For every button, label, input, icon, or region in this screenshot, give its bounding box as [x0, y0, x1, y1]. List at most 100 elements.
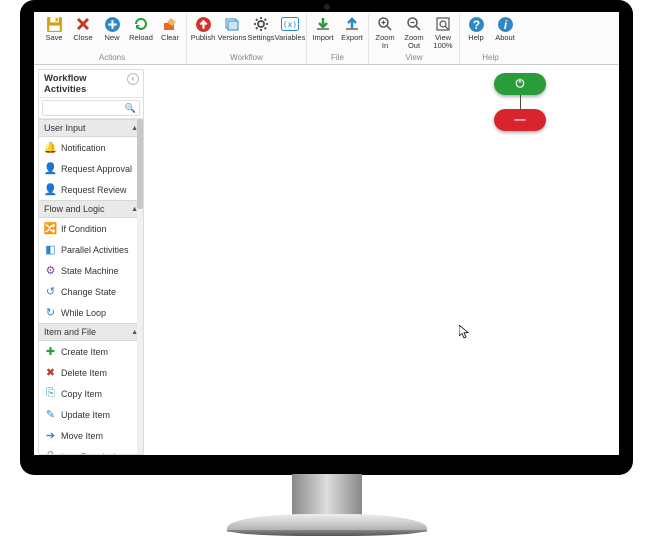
sidebar-title: Workflow Activities	[44, 73, 138, 95]
activity-item[interactable]: 👤Request Review	[39, 179, 143, 200]
group-title: View	[371, 52, 457, 64]
reload-button[interactable]: Reload	[127, 14, 155, 52]
minus-icon: —	[515, 114, 526, 126]
activity-item[interactable]: ↻ While Loop	[39, 302, 143, 323]
end-node[interactable]: —	[494, 109, 546, 131]
svg-text:?: ?	[472, 18, 479, 31]
activity-item[interactable]: ✎ Update Item	[39, 404, 143, 425]
activity-item[interactable]: ↺Change State	[39, 281, 143, 302]
arrow-down-icon	[314, 15, 332, 33]
settings-button[interactable]: Settings	[247, 14, 275, 52]
clear-icon	[161, 15, 179, 33]
ribbon-group-help: ?HelpiAboutHelp	[460, 14, 521, 64]
activity-item[interactable]: 👤Request Approval	[39, 158, 143, 179]
group-title: Actions	[40, 52, 184, 64]
activity-label: Request Approval	[61, 164, 132, 174]
start-node[interactable]: ⏻	[494, 73, 546, 95]
activity-label: Item Permissions	[61, 452, 130, 455]
scrollbar-thumb[interactable]	[137, 119, 143, 209]
activity-label: While Loop	[61, 308, 106, 318]
ribbon-group-view: Zoom In Zoom Out View 100% View	[369, 14, 460, 64]
activity-item[interactable]: ➔Move Item	[39, 425, 143, 446]
versions-button-label: Versions	[218, 34, 247, 42]
activity-label: Request Review	[61, 185, 127, 195]
activity-label: Delete Item	[61, 368, 107, 378]
help-button-label: Help	[468, 34, 483, 42]
export-button-label: Export	[341, 34, 363, 42]
brackets-icon: (x)	[281, 15, 299, 33]
fit-icon	[434, 15, 452, 33]
view-100-button[interactable]: View 100%	[429, 14, 457, 52]
settings-button-label: Settings	[247, 34, 274, 42]
activity-item[interactable]: 🔀If Condition	[39, 218, 143, 239]
activity-icon: ⚙	[44, 264, 57, 277]
activity-item[interactable]: ✚Create Item	[39, 341, 143, 362]
import-button[interactable]: Import	[309, 14, 337, 52]
upload-circle-icon	[194, 15, 212, 33]
workflow-canvas[interactable]: ⏻ —	[144, 65, 619, 455]
help-icon: ?	[467, 15, 485, 33]
activity-label: Parallel Activities	[61, 245, 129, 255]
activity-label: Move Item	[61, 431, 103, 441]
power-icon: ⏻	[516, 78, 525, 91]
zoom-out-button[interactable]: Zoom Out	[400, 14, 428, 52]
x-icon	[74, 15, 92, 33]
group-title: File	[309, 52, 366, 64]
variables-button[interactable]: (x) Variables	[276, 14, 304, 52]
ribbon-group-actions: Save Close NewReload Clear Actions	[38, 14, 187, 64]
activity-item[interactable]: ⎘Copy Item	[39, 383, 143, 404]
activity-icon: ✎	[44, 408, 57, 421]
activity-label: Update Item	[61, 410, 110, 420]
activity-item[interactable]: 🔒Item Permissions	[39, 446, 143, 454]
new-button[interactable]: New	[98, 14, 126, 52]
activity-item[interactable]: 🔔Notification	[39, 137, 143, 158]
activity-item[interactable]: ✖ Delete Item	[39, 362, 143, 383]
activity-item[interactable]: ⚙ State Machine	[39, 260, 143, 281]
sidebar-search: 🔍	[39, 98, 143, 119]
zoom-out-icon	[405, 15, 423, 33]
help-button[interactable]: ? Help	[462, 14, 490, 52]
collapse-icon[interactable]: ‹	[127, 73, 139, 85]
search-icon: 🔍	[125, 103, 136, 114]
reload-icon	[132, 15, 150, 33]
variables-button-label: Variables	[275, 34, 306, 42]
clear-button[interactable]: Clear	[156, 14, 184, 52]
export-button[interactable]: Export	[338, 14, 366, 52]
close-button-label: Close	[73, 34, 92, 42]
category-header[interactable]: Item and File▲	[39, 323, 143, 341]
activity-icon: ✖	[44, 366, 57, 379]
zoom-out-button-label: Zoom Out	[404, 34, 423, 50]
publish-button-label: Publish	[191, 34, 216, 42]
about-button[interactable]: iAbout	[491, 14, 519, 52]
about-button-label: About	[495, 34, 515, 42]
camera-icon	[324, 4, 330, 10]
category-header[interactable]: Flow and Logic▲	[39, 200, 143, 218]
activity-label: State Machine	[61, 266, 119, 276]
category-header[interactable]: User Input▲	[39, 119, 143, 137]
clear-button-label: Clear	[161, 34, 179, 42]
ribbon-toolbar: Save Close NewReload Clear Actions PublishVer…	[34, 12, 619, 65]
svg-text:(x): (x)	[283, 20, 297, 29]
activity-icon: ↻	[44, 306, 57, 319]
info-icon: i	[496, 15, 514, 33]
activity-icon: ◧	[44, 243, 57, 256]
group-title: Help	[462, 52, 519, 64]
activity-icon: 🔀	[44, 222, 57, 235]
category-label: User Input	[44, 123, 86, 133]
sidebar-scroll: User Input▲🔔Notification👤Request Approva…	[39, 119, 143, 454]
view-100-button-label: View 100%	[433, 34, 452, 50]
activity-item[interactable]: ◧ Parallel Activities	[39, 239, 143, 260]
save-button-label: Save	[45, 34, 62, 42]
close-button[interactable]: Close	[69, 14, 97, 52]
monitor-frame: Save Close NewReload Clear Actions PublishVer…	[20, 0, 633, 475]
save-icon	[45, 15, 63, 33]
activity-label: Notification	[61, 143, 106, 153]
zoom-in-button[interactable]: Zoom In	[371, 14, 399, 52]
gear-icon	[252, 15, 270, 33]
publish-button[interactable]: Publish	[189, 14, 217, 52]
save-button[interactable]: Save	[40, 14, 68, 52]
activities-sidebar: Workflow Activities ‹ 🔍 User Input▲🔔Noti…	[38, 69, 144, 455]
sidebar-scrollbar[interactable]	[137, 119, 143, 454]
sidebar-header: Workflow Activities ‹	[39, 70, 143, 98]
versions-button[interactable]: Versions	[218, 14, 246, 52]
